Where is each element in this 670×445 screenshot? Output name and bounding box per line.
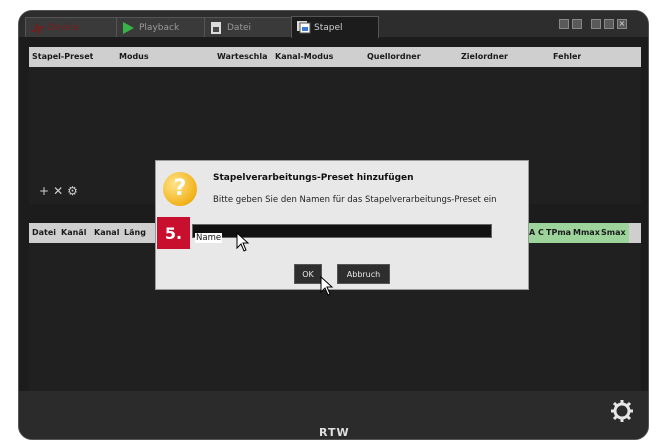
step-badge: 5. bbox=[157, 217, 190, 249]
col-datei[interactable]: Datei bbox=[32, 228, 56, 237]
text-cursor-icon bbox=[236, 232, 250, 252]
col-zielordner[interactable]: Zielordner bbox=[461, 52, 508, 61]
close-icon[interactable]: × bbox=[617, 19, 627, 29]
bottom-bar: RTW bbox=[19, 391, 648, 439]
tab-datei-label: Datei bbox=[227, 22, 252, 33]
col-kanal-modus[interactable]: Kanal-Modus bbox=[275, 52, 333, 61]
layout-alt-icon[interactable] bbox=[572, 19, 582, 29]
dialog-title: Stapelverarbeitungs-Preset hinzufügen bbox=[213, 173, 414, 183]
minimize-icon[interactable] bbox=[591, 19, 601, 29]
add-preset-button[interactable]: + bbox=[39, 184, 49, 198]
ok-button[interactable]: OK bbox=[294, 264, 322, 284]
tab-playback-label: Playback bbox=[139, 22, 180, 33]
question-icon: ? bbox=[163, 172, 197, 206]
dialog-message: Bitte geben Sie den Namen für das Stapel… bbox=[213, 195, 497, 205]
layout-icon[interactable] bbox=[559, 19, 569, 29]
col-kanal[interactable]: Kanal bbox=[94, 228, 119, 237]
play-icon bbox=[121, 21, 135, 38]
preset-name-value: Name bbox=[195, 233, 223, 243]
col-stapel-preset[interactable]: Stapel-Preset bbox=[32, 52, 93, 61]
tab-device[interactable]: Device bbox=[25, 17, 120, 37]
file-icon bbox=[209, 21, 223, 38]
maximize-icon[interactable] bbox=[604, 19, 614, 29]
remove-preset-button[interactable]: ✕ bbox=[53, 184, 63, 198]
col-warteschlange[interactable]: Warteschla bbox=[217, 52, 269, 61]
tab-datei[interactable]: Datei bbox=[204, 17, 294, 37]
tab-stapel-label: Stapel bbox=[314, 22, 343, 33]
brand-logo: RTW bbox=[319, 426, 350, 439]
waveform-icon bbox=[30, 21, 46, 38]
loudness-columns: A C TPma Mmax Smax bbox=[529, 223, 629, 243]
tab-device-label: Device bbox=[48, 22, 79, 33]
col-mmax[interactable]: Mmax bbox=[573, 228, 600, 237]
col-smax[interactable]: Smax bbox=[601, 228, 626, 237]
col-tpmax[interactable]: TPma bbox=[546, 228, 571, 237]
stack-icon bbox=[296, 20, 312, 37]
tab-stapel[interactable]: Stapel bbox=[291, 16, 379, 38]
col-laenge[interactable]: Läng bbox=[124, 228, 146, 237]
preset-table-header: Stapel-Preset Modus Warteschla Kanal-Mod… bbox=[29, 47, 641, 67]
col-ac[interactable]: A C bbox=[529, 228, 544, 237]
tab-bar: Device Playback Datei Stapel × bbox=[19, 11, 648, 38]
col-fehler[interactable]: Fehler bbox=[553, 52, 581, 61]
gear-icon[interactable] bbox=[610, 399, 634, 423]
col-quellordner[interactable]: Quellordner bbox=[367, 52, 421, 61]
preset-toolbar: + ✕ ⚙ bbox=[39, 184, 78, 198]
col-modus[interactable]: Modus bbox=[119, 52, 149, 61]
col-kanaele[interactable]: Kanäl bbox=[61, 228, 86, 237]
cancel-button[interactable]: Abbruch bbox=[337, 264, 390, 284]
preset-settings-button[interactable]: ⚙ bbox=[67, 184, 78, 198]
pointer-cursor-icon bbox=[320, 276, 334, 296]
add-preset-dialog: ? Stapelverarbeitungs-Preset hinzufügen … bbox=[155, 160, 529, 290]
tab-playback[interactable]: Playback bbox=[116, 17, 208, 37]
